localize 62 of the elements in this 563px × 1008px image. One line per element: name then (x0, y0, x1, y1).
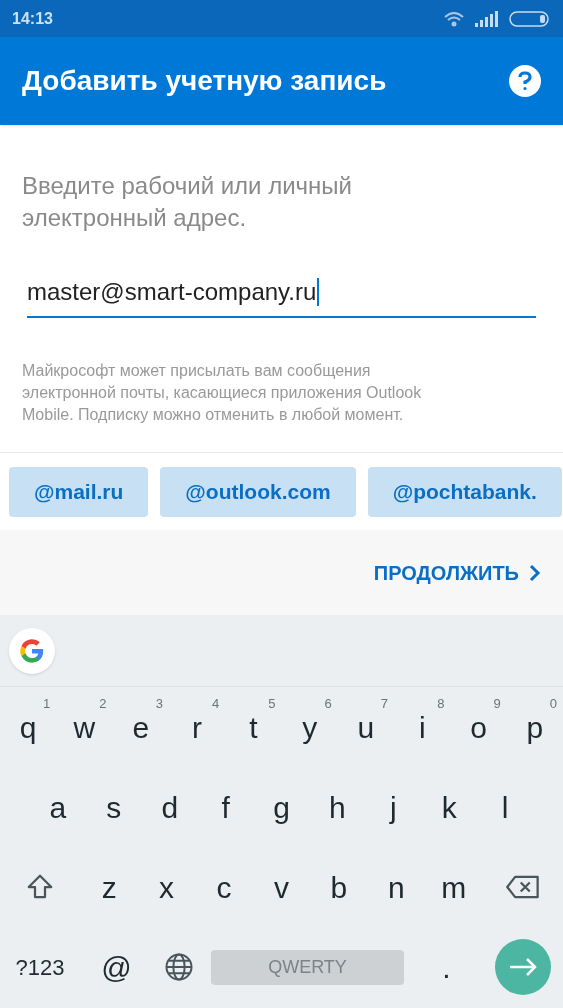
key-hint: 3 (155, 697, 163, 710)
key-hint: 7 (380, 697, 389, 710)
signal-icon (475, 10, 499, 27)
key[interactable]: z (80, 847, 138, 927)
key[interactable]: n (367, 847, 426, 927)
chevron-right-icon (529, 563, 541, 582)
key[interactable]: j (365, 767, 422, 847)
key[interactable]: i 8 (394, 687, 451, 767)
key-hint: 9 (493, 697, 501, 710)
key[interactable]: f (197, 767, 254, 847)
key[interactable]: m (425, 847, 483, 927)
key[interactable]: a (30, 767, 86, 847)
symbols-key[interactable]: ?123 (0, 927, 80, 1007)
key[interactable]: q 1 (0, 687, 57, 767)
backspace-icon (504, 873, 541, 901)
key[interactable]: p 0 (506, 687, 563, 767)
key-hint: 6 (324, 697, 332, 710)
key[interactable]: l (477, 767, 533, 847)
key[interactable]: e 3 (112, 687, 169, 767)
disclaimer-text: Майкрософт может присылать вам сообщения электронной почты, касающиеся приложения Outlook Mobile. Подписку можно отменить в любой момент. (22, 361, 422, 425)
key[interactable]: c (195, 847, 253, 927)
key[interactable]: d (141, 767, 198, 847)
key-hint: 0 (549, 697, 557, 710)
key[interactable]: x (137, 847, 196, 927)
page-title: Добавить учетную запись (22, 64, 387, 98)
continue-button[interactable]: ПРОДОЛЖИТЬ (373, 557, 541, 588)
key-hint: 2 (99, 697, 107, 710)
key[interactable]: h (309, 767, 366, 847)
domain-chip[interactable]: @pochtabank. (367, 466, 562, 517)
battery-icon (509, 9, 551, 28)
key[interactable]: . (410, 927, 483, 1007)
help-button[interactable] (509, 65, 541, 97)
key[interactable]: t 5 (225, 687, 282, 767)
arrow-right-icon (508, 957, 538, 977)
key-hint: 8 (437, 697, 445, 710)
key[interactable]: s (85, 767, 142, 847)
key[interactable]: v (252, 847, 311, 927)
key[interactable]: y 6 (281, 687, 338, 767)
key-hint: 1 (43, 697, 51, 710)
email-value: master@smart-company.ru (27, 277, 317, 307)
clock: 14:13 (12, 8, 53, 29)
key[interactable]: r 4 (168, 687, 226, 767)
key[interactable]: o 9 (450, 687, 507, 767)
wifi-icon (443, 10, 465, 27)
google-button[interactable] (9, 627, 55, 674)
key[interactable]: w 2 (56, 687, 113, 767)
key-hint: 5 (268, 697, 276, 710)
globe-icon (164, 952, 194, 982)
domain-chip[interactable]: @outlook.com (160, 466, 356, 517)
text-cursor (317, 278, 320, 306)
google-logo-icon (18, 636, 46, 665)
key-hint: 4 (211, 697, 220, 710)
key[interactable]: u 7 (337, 687, 395, 767)
key[interactable]: k (421, 767, 478, 847)
enter-button[interactable] (495, 939, 551, 995)
key[interactable]: g (253, 767, 310, 847)
help-icon (517, 71, 533, 91)
key[interactable]: @ (80, 927, 153, 1007)
prompt-text: Введите рабочий или личный электронный адрес. (22, 171, 353, 233)
email-field[interactable]: master@smart-company.ru (27, 268, 536, 318)
domain-chip[interactable]: @mail.ru (9, 466, 149, 517)
key[interactable]: b (310, 847, 368, 927)
